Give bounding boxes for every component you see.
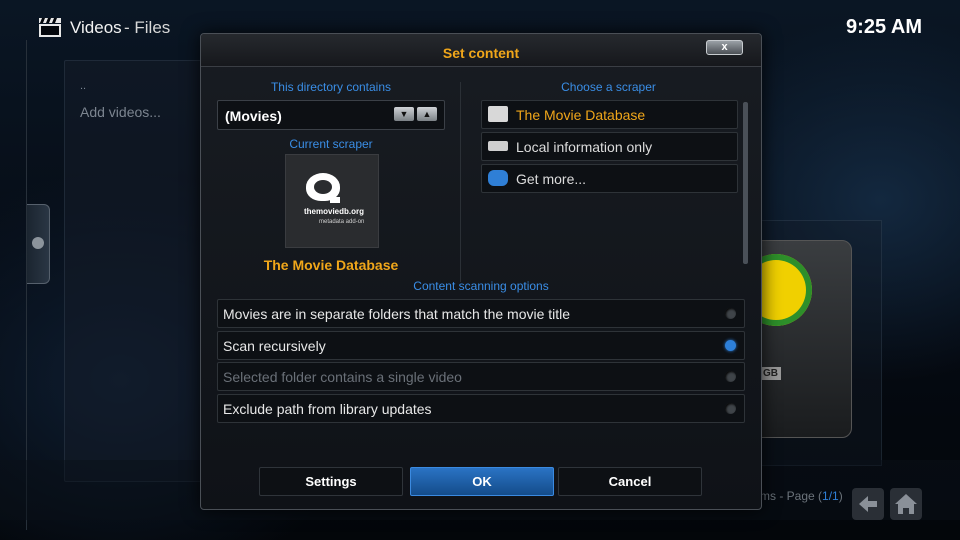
add-videos-item[interactable]: Add videos... <box>80 104 161 120</box>
choose-scraper-label: Choose a scraper <box>561 80 656 94</box>
scan-options-label: Content scanning options <box>413 279 549 293</box>
spinner-down-icon[interactable]: ▼ <box>394 107 414 121</box>
side-menu-arrow-icon <box>32 237 44 249</box>
cancel-button[interactable]: Cancel <box>558 467 702 496</box>
page-subtitle: - Files <box>124 18 171 37</box>
page-number: 1/1 <box>822 489 839 503</box>
radio-off-icon[interactable] <box>725 308 736 319</box>
logo-subtext: metadata add-on <box>319 219 365 225</box>
option-label: Movies are in separate folders that matc… <box>223 306 571 322</box>
clock: 9:25 AM <box>846 16 922 38</box>
scraper-item-label: Get more... <box>516 171 587 187</box>
option-label: Exclude path from library updates <box>223 401 432 417</box>
ok-button[interactable]: OK <box>410 467 554 496</box>
puzzle-piece-icon <box>488 170 508 186</box>
option-scan-recursively[interactable]: Scan recursively <box>217 331 745 360</box>
parent-directory-item[interactable]: .. <box>80 80 86 92</box>
option-label: Selected folder contains a single video <box>223 369 462 385</box>
set-content-dialog: Set content x This directory contains (M… <box>200 33 762 510</box>
directory-contains-label: This directory contains <box>270 80 392 94</box>
scraper-item-local[interactable]: Local information only <box>481 132 738 161</box>
radio-on-icon[interactable] <box>725 340 736 351</box>
arrow-left-icon <box>859 496 877 512</box>
scraper-scrollbar-thumb[interactable] <box>743 102 748 264</box>
scraper-item-tmdb[interactable]: The Movie Database <box>481 100 738 129</box>
radio-off-icon[interactable] <box>725 403 736 414</box>
spinner-up-icon[interactable]: ▲ <box>417 107 437 121</box>
home-button[interactable] <box>890 488 922 520</box>
content-type-spinner[interactable]: (Movies) ▼ ▲ <box>217 100 445 130</box>
drive-label: GB <box>760 367 781 380</box>
settings-button[interactable]: Settings <box>259 467 403 496</box>
option-separate-folders[interactable]: Movies are in separate folders that matc… <box>217 299 745 328</box>
home-icon <box>895 494 917 514</box>
tmdb-icon <box>488 106 508 122</box>
column-divider <box>460 82 461 282</box>
scraper-logo: themoviedb.org metadata add-on <box>285 154 379 248</box>
close-button[interactable]: x <box>706 40 743 55</box>
dialog-title: Set content <box>442 45 520 61</box>
scraper-item-get-more[interactable]: Get more... <box>481 164 738 193</box>
tmdb-icon-tail <box>330 197 340 203</box>
back-button[interactable] <box>852 488 884 520</box>
scraper-item-label: The Movie Database <box>516 107 646 123</box>
radio-off-icon <box>725 371 736 382</box>
nfo-icon <box>488 141 508 151</box>
logo-text: themoviedb.org <box>304 207 365 216</box>
option-exclude-path[interactable]: Exclude path from library updates <box>217 394 745 423</box>
option-single-video: Selected folder contains a single video <box>217 362 745 391</box>
current-scraper-name: The Movie Database <box>263 257 399 273</box>
option-label: Scan recursively <box>223 338 326 354</box>
content-type-value: (Movies) <box>225 108 282 124</box>
page-title: Videos <box>70 18 122 37</box>
left-rail <box>26 40 27 530</box>
page-suffix: ) <box>838 489 843 503</box>
page-prefix: ms - Page ( <box>760 489 823 503</box>
current-scraper-label: Current scraper <box>289 137 373 151</box>
scraper-item-label: Local information only <box>516 139 653 155</box>
page-indicator: ms - Page (1/1) <box>760 489 843 503</box>
clapperboard-icon <box>39 18 61 37</box>
